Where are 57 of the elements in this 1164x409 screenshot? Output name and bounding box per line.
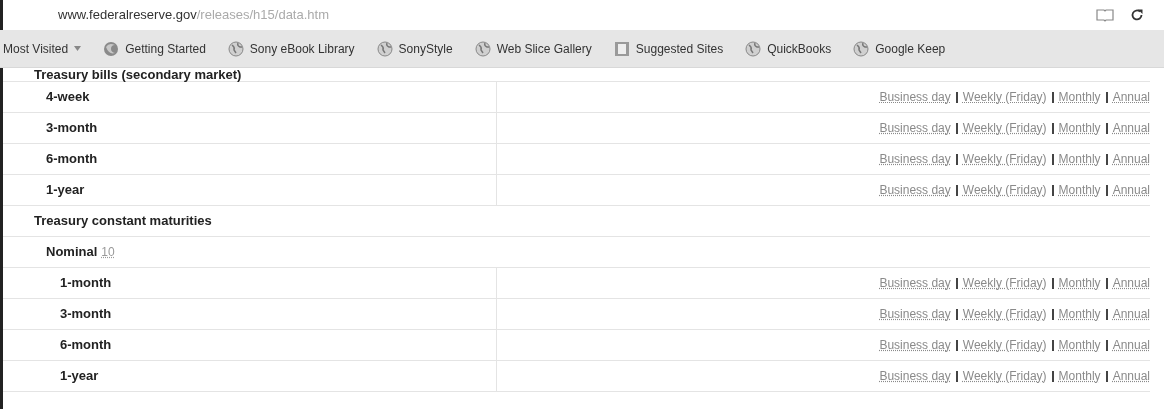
frequency-link[interactable]: Monthly xyxy=(1058,274,1101,292)
frequency-link[interactable]: Weekly (Friday) xyxy=(962,181,1047,199)
series-label: 3-month xyxy=(60,305,112,324)
reload-icon[interactable] xyxy=(1130,8,1144,22)
bookmark[interactable]: SonyStyle xyxy=(376,39,453,58)
bookmark[interactable]: QuickBooks xyxy=(745,39,832,58)
frequency-link[interactable]: Monthly xyxy=(1058,305,1101,323)
address-url[interactable]: www.federalreserve.gov/releases/h15/data.htm xyxy=(58,5,329,25)
series-label: 6-month xyxy=(46,150,98,169)
frequency-link[interactable]: Annual xyxy=(1112,150,1150,168)
series-label: 4-week xyxy=(46,88,90,107)
bookmark[interactable]: Google Keep xyxy=(853,39,946,58)
frequency-link[interactable]: Business day xyxy=(879,181,951,199)
frequency-link[interactable]: Annual xyxy=(1112,88,1150,106)
page-icon xyxy=(613,40,630,57)
frequency-link[interactable]: Business day xyxy=(879,150,951,168)
frequency-link[interactable]: Weekly (Friday) xyxy=(962,150,1047,168)
frequency-link[interactable]: Annual xyxy=(1112,119,1150,137)
frequency-link[interactable]: Weekly (Friday) xyxy=(962,274,1047,292)
series-label: Nominal xyxy=(46,243,98,262)
frequency-link[interactable]: Monthly xyxy=(1058,119,1101,137)
reader-view-icon[interactable] xyxy=(1096,8,1114,22)
bookmark[interactable]: Getting Started xyxy=(103,39,206,58)
frequency-link[interactable]: Business day xyxy=(879,119,951,137)
frequency-link[interactable]: Weekly (Friday) xyxy=(962,336,1047,354)
footnote-link[interactable]: 10 xyxy=(101,243,115,261)
frequency-link[interactable]: Annual xyxy=(1112,305,1150,323)
frequency-link[interactable]: Annual xyxy=(1112,181,1150,199)
series-label: 1-month xyxy=(60,274,112,293)
bookmark[interactable]: Web Slice Gallery xyxy=(474,39,592,58)
frequency-link[interactable]: Weekly (Friday) xyxy=(962,119,1047,137)
bookmark[interactable]: Suggested Sites xyxy=(613,39,724,58)
frequency-link[interactable]: Business day xyxy=(879,305,951,323)
frequency-link[interactable]: Monthly xyxy=(1058,181,1101,199)
series-label: Treasury constant maturities xyxy=(34,212,212,231)
frequency-link[interactable]: Weekly (Friday) xyxy=(962,367,1047,385)
frequency-link[interactable]: Monthly xyxy=(1058,367,1101,385)
frequency-link[interactable]: Weekly (Friday) xyxy=(962,88,1047,106)
series-label: Treasury bills (secondary market) xyxy=(34,68,242,82)
dropdown-caret-icon xyxy=(74,46,82,51)
frequency-link[interactable]: Monthly xyxy=(1058,88,1101,106)
series-label: 6-month xyxy=(60,336,112,355)
frequency-link[interactable]: Business day xyxy=(879,367,951,385)
frequency-link[interactable]: Monthly xyxy=(1058,150,1101,168)
frequency-link[interactable]: Weekly (Friday) xyxy=(962,305,1047,323)
frequency-link[interactable]: Business day xyxy=(879,336,951,354)
series-label: 1-year xyxy=(46,181,85,200)
series-label: 1-year xyxy=(60,367,99,386)
bookmark[interactable]: Most Visited xyxy=(3,39,82,58)
bookmark[interactable]: Sony eBook Library xyxy=(227,39,355,58)
series-label: 3-month xyxy=(46,119,98,138)
frequency-link[interactable]: Annual xyxy=(1112,336,1150,354)
frequency-link[interactable]: Business day xyxy=(879,274,951,292)
frequency-link[interactable]: Annual xyxy=(1112,367,1150,385)
frequency-link[interactable]: Annual xyxy=(1112,274,1150,292)
frequency-link[interactable]: Business day xyxy=(879,88,951,106)
frequency-link[interactable]: Monthly xyxy=(1058,336,1101,354)
